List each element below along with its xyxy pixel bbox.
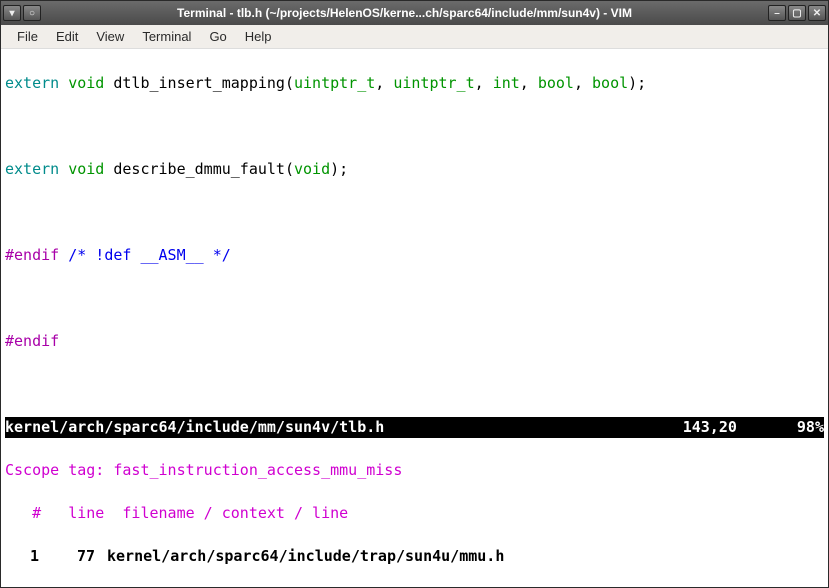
close-icon: ✕ <box>813 8 821 19</box>
app-icon: ▾ <box>9 8 14 19</box>
close-button[interactable]: ✕ <box>808 5 826 21</box>
titlebar-left-controls: ▾ ○ <box>3 5 41 21</box>
keyword-void: void <box>68 74 104 92</box>
code-line: extern void describe_dmmu_fault(void); <box>5 159 824 181</box>
menu-edit[interactable]: Edit <box>48 27 86 46</box>
code-text: dtlb_insert_mapping( <box>104 74 294 92</box>
preproc-endif: #endif <box>5 246 59 264</box>
status-position: 143,20 <box>683 417 737 439</box>
maximize-button[interactable]: ▢ <box>788 5 806 21</box>
blank-line <box>5 202 824 224</box>
pin-icon: ○ <box>29 8 35 19</box>
type: bool <box>592 74 628 92</box>
result-line: 77 <box>39 546 95 568</box>
code-line: #endif <box>5 331 824 353</box>
type: void <box>294 160 330 178</box>
window-title: Terminal - tlb.h (~/projects/HelenOS/ker… <box>41 6 768 20</box>
result-file: kernel/arch/sparc64/include/trap/sun4u/m… <box>95 546 504 568</box>
menu-file[interactable]: File <box>9 27 46 46</box>
keyword-extern: extern <box>5 74 59 92</box>
blank-line <box>5 374 824 396</box>
blank-line <box>5 288 824 310</box>
maximize-icon: ▢ <box>792 8 801 19</box>
cscope-tag-header: Cscope tag: fast_instruction_access_mmu_… <box>5 460 824 482</box>
vim-status-line: kernel/arch/sparc64/include/mm/sun4v/tlb… <box>5 417 824 439</box>
sticky-button[interactable]: ○ <box>23 5 41 21</box>
menu-view[interactable]: View <box>88 27 132 46</box>
cscope-column-header: # line filename / context / line <box>5 503 824 525</box>
terminal-content[interactable]: extern void dtlb_insert_mapping(uintptr_… <box>1 49 828 587</box>
cscope-result-row[interactable]: 177kernel/arch/sparc64/include/trap/sun4… <box>5 546 824 568</box>
comment: /* !def __ASM__ */ <box>59 246 231 264</box>
titlebar-right-controls: – ▢ ✕ <box>768 5 826 21</box>
app-menu-button[interactable]: ▾ <box>3 5 21 21</box>
menu-terminal[interactable]: Terminal <box>134 27 199 46</box>
preproc-endif: #endif <box>5 332 59 350</box>
menubar: File Edit View Terminal Go Help <box>1 25 828 49</box>
minimize-icon: – <box>774 8 780 19</box>
code-line: #endif /* !def __ASM__ */ <box>5 245 824 267</box>
keyword-void: void <box>68 160 104 178</box>
code-line: extern void dtlb_insert_mapping(uintptr_… <box>5 73 824 95</box>
type: uintptr_t <box>393 74 474 92</box>
type: int <box>493 74 520 92</box>
minimize-button[interactable]: – <box>768 5 786 21</box>
type: bool <box>538 74 574 92</box>
blank-line <box>5 116 824 138</box>
code-text: describe_dmmu_fault( <box>104 160 294 178</box>
menu-help[interactable]: Help <box>237 27 280 46</box>
titlebar[interactable]: ▾ ○ Terminal - tlb.h (~/projects/HelenOS… <box>1 1 828 25</box>
type: uintptr_t <box>294 74 375 92</box>
keyword-extern: extern <box>5 160 59 178</box>
app-window: ▾ ○ Terminal - tlb.h (~/projects/HelenOS… <box>0 0 829 588</box>
result-index: 1 <box>5 546 39 568</box>
status-filename: kernel/arch/sparc64/include/mm/sun4v/tlb… <box>5 417 384 439</box>
status-percent: 98% <box>737 417 824 439</box>
menu-go[interactable]: Go <box>201 27 234 46</box>
